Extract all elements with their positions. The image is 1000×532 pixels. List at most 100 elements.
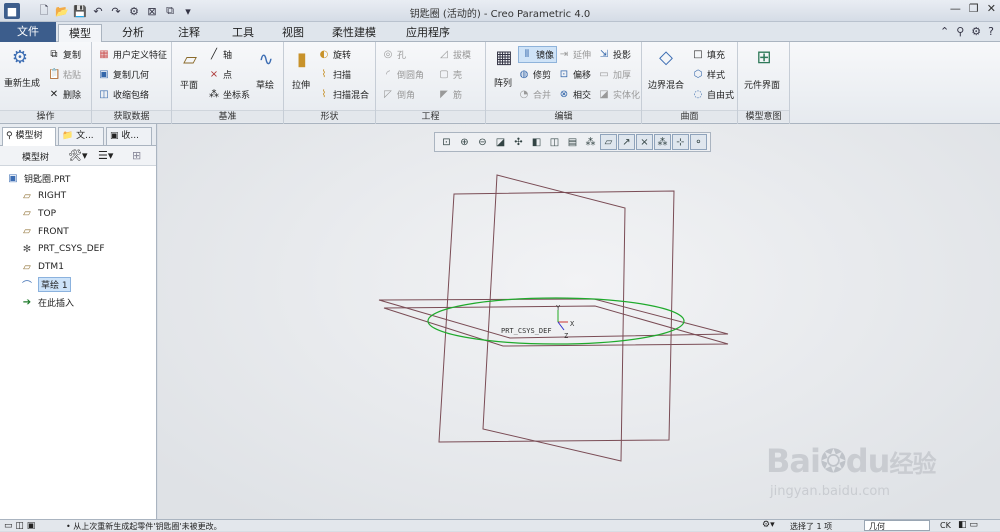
group-surfaces: ◇ 边界混合 □ 填充 ⬡ 样式 ◌ 自由式 曲面	[642, 42, 738, 124]
help-icon[interactable]: ?	[988, 25, 994, 38]
tab-annotate[interactable]: 注释	[168, 24, 210, 42]
shrinkwrap-button[interactable]: ◫ 收缩包络	[98, 88, 149, 102]
copy-button[interactable]: ⧉ 复制	[48, 48, 81, 62]
tab-tools[interactable]: 工具	[222, 24, 264, 42]
group-label-get-data: 获取数据	[92, 110, 171, 122]
left-pane-tabs: ⚲ 模型树 📁 文... ▣ 收...	[0, 124, 156, 146]
tree-item-label: PRT_CSYS_DEF	[38, 244, 105, 255]
restore-icon[interactable]: ❐	[969, 2, 979, 15]
thicken-button[interactable]: ▭ 加厚	[598, 68, 631, 82]
swept-blend-button[interactable]: ⌇ 扫描混合	[318, 88, 369, 102]
folder-icon: 📁	[62, 131, 77, 141]
datum-plane-top[interactable]	[378, 298, 729, 339]
project-button[interactable]: ⇲ 投影	[598, 48, 631, 62]
plane-button[interactable]: 平面	[180, 78, 198, 91]
intersect-button[interactable]: ⊗ 相交	[558, 88, 591, 102]
thicken-icon: ▭	[599, 68, 609, 80]
offset-button[interactable]: ⊡ 偏移	[558, 68, 591, 82]
pattern-button[interactable]: 阵列	[494, 76, 512, 89]
tree-item-0[interactable]: ▣ 钥匙圈.PRT	[6, 170, 70, 187]
tab-file[interactable]: 文件	[0, 22, 56, 42]
tree-item-2[interactable]: ▱ TOP	[20, 205, 56, 222]
extrude-icon[interactable]: ▮	[290, 48, 314, 72]
tab-flexible-modeling[interactable]: 柔性建模	[322, 24, 386, 42]
tab-analysis[interactable]: 分析	[112, 24, 154, 42]
solidify-button[interactable]: ◪ 实体化	[598, 88, 640, 102]
tree-item-7[interactable]: ➔ 在此插入	[20, 294, 74, 311]
tree-item-4[interactable]: ✻ PRT_CSYS_DEF	[20, 241, 105, 258]
tab-model[interactable]: 模型	[58, 24, 102, 42]
minimize-icon[interactable]: —	[950, 2, 961, 15]
graphics-viewport[interactable]: ⊡ ⊕ ⊖ ◪ ✣ ◧ ◫ ▤ ⁂ ▱ ↗ × ⁂ ⊹ ⚬ X Y Z PRT_…	[158, 124, 1000, 519]
group-label-datum: 基准	[172, 110, 283, 122]
chamfer-button[interactable]: ◸ 倒角	[382, 88, 415, 102]
freestyle-button[interactable]: ◌ 自由式	[692, 88, 734, 102]
selected-count: 选择了 1 项	[790, 522, 833, 531]
selection-filter-dropdown[interactable]: 几何	[864, 520, 930, 531]
hole-button[interactable]: ◎ 孔	[382, 48, 406, 62]
settings-icon[interactable]: 🛠▾	[68, 149, 88, 162]
extrude-button[interactable]: 拉伸	[292, 78, 310, 91]
tree-item-5[interactable]: ▱ DTM1	[20, 259, 64, 276]
rib-button[interactable]: ◤ 筋	[438, 88, 462, 102]
csys-button[interactable]: ⁂ 坐标系	[208, 88, 250, 102]
plane-icon: ▱	[23, 261, 31, 273]
status-icons[interactable]: ▭ ◫ ▣	[4, 521, 35, 531]
shell-button[interactable]: ▢ 壳	[438, 68, 462, 82]
tree-item-3[interactable]: ▱ FRONT	[20, 223, 69, 240]
datum-plane-dtm1[interactable]	[383, 305, 729, 347]
tab-view[interactable]: 视图	[272, 24, 314, 42]
tree-item-6[interactable]: ⌒ 草绘 1	[20, 276, 71, 293]
sketch-button[interactable]: 草绘	[256, 78, 274, 91]
extend-button[interactable]: ⇥ 延伸	[558, 48, 591, 62]
trim-button[interactable]: ◍ 修剪	[518, 68, 551, 82]
collapse-ribbon-icon[interactable]: ⌃	[940, 25, 949, 38]
boundary-blend-button[interactable]: 边界混合	[648, 78, 684, 91]
group-label-surfaces: 曲面	[642, 110, 737, 122]
mirror-icon: ⫴	[524, 48, 530, 60]
plane-icon[interactable]: ▱	[178, 48, 202, 72]
delete-button[interactable]: ✕ 删除	[48, 88, 81, 102]
regenerate-icon[interactable]: ⚙	[8, 46, 32, 70]
datum-plane-right[interactable]	[482, 174, 626, 462]
filter-icon[interactable]: ⊞	[132, 149, 141, 162]
axis-button[interactable]: ╱ 轴	[208, 48, 232, 62]
show-icon[interactable]: ☰▾	[98, 149, 113, 162]
selection-filter-icon[interactable]: ⚙▾	[762, 520, 775, 530]
datum-plane-front[interactable]	[438, 190, 675, 443]
round-button[interactable]: ◜ 倒圆角	[382, 68, 424, 82]
copy-geometry-button[interactable]: ▣ 复制几何	[98, 68, 149, 82]
plane-icon: ▱	[23, 226, 31, 238]
group-datum: ▱ 平面 ╱ 轴 × 点 ⁂ 坐标系 ∿ 草绘 基准	[172, 42, 284, 124]
component-interface-icon[interactable]: ⊞	[752, 46, 776, 70]
options-icon[interactable]: ⚙	[971, 25, 981, 38]
search-icon[interactable]: ⚲	[956, 25, 964, 38]
style-button[interactable]: ⬡ 样式	[692, 68, 725, 82]
sketch-icon[interactable]: ∿	[254, 48, 278, 72]
pattern-icon[interactable]: ▦	[492, 46, 516, 70]
tab-applications[interactable]: 应用程序	[396, 24, 460, 42]
draft-button[interactable]: ◿ 拔模	[438, 48, 471, 62]
model-tree-toolbar: 模型树 🛠▾ ☰▾ ⊞	[0, 146, 156, 166]
paste-button[interactable]: 📋 粘贴	[48, 68, 81, 82]
fill-button[interactable]: □ 填充	[692, 48, 725, 62]
mirror-button[interactable]: ⫴ 镜像	[518, 46, 558, 63]
udf-button[interactable]: ▦ 用户定义特征	[98, 48, 167, 62]
tree-item-1[interactable]: ▱ RIGHT	[20, 188, 66, 205]
group-label-engineering: 工程	[376, 110, 485, 122]
revolve-button[interactable]: ◐ 旋转	[318, 48, 351, 62]
trim-icon: ◍	[519, 68, 529, 80]
regenerate-button[interactable]: 重新生成	[4, 76, 40, 89]
boundary-blend-icon[interactable]: ◇	[654, 46, 678, 70]
status-tools-icon[interactable]: ◧ ▭	[958, 520, 978, 530]
sweep-button[interactable]: ⌇ 扫描	[318, 68, 351, 82]
tree-item-label: TOP	[38, 208, 57, 219]
merge-button[interactable]: ◔ 合并	[518, 88, 551, 102]
tree-item-label: RIGHT	[38, 191, 67, 202]
component-interface-button[interactable]: 元件界面	[744, 78, 780, 91]
tab-model-tree[interactable]: ⚲ 模型树	[2, 127, 56, 146]
close-icon[interactable]: ✕	[987, 2, 996, 15]
tab-favorites[interactable]: ▣ 收...	[106, 127, 152, 146]
tab-folder-browser[interactable]: 📁 文...	[58, 127, 104, 146]
point-button[interactable]: × 点	[208, 68, 232, 82]
